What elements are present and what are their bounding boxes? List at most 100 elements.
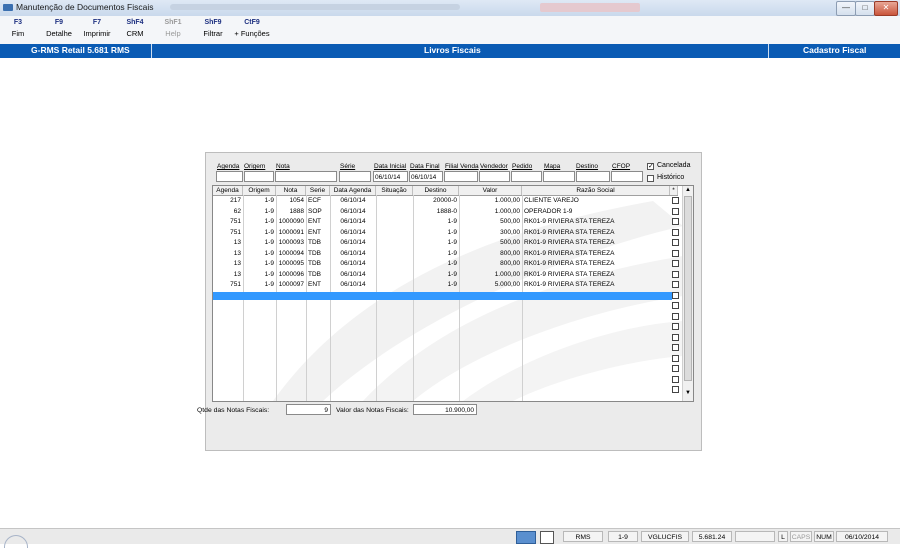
filial-venda-input[interactable] bbox=[444, 171, 478, 182]
row-checkbox[interactable] bbox=[672, 312, 679, 320]
col-agenda[interactable]: Agenda bbox=[213, 186, 243, 195]
row-checkbox[interactable] bbox=[672, 291, 679, 299]
imprimir-button[interactable]: F7 Imprimir bbox=[80, 18, 114, 39]
cell-agenda: 13 bbox=[233, 249, 241, 257]
cell-serie: TDB bbox=[308, 239, 321, 246]
table-row[interactable]: 13 1-9 1000096 TDB 06/10/14 1-9 1.000,00 RK01-9… bbox=[213, 270, 678, 281]
row-checkbox[interactable] bbox=[672, 375, 679, 383]
help-button[interactable]: ShF1 Help bbox=[160, 18, 186, 39]
cell-destino: 20000-0 bbox=[433, 197, 457, 204]
col-flag[interactable]: * bbox=[670, 186, 678, 195]
row-checkbox[interactable] bbox=[672, 354, 679, 362]
serie-input[interactable] bbox=[339, 171, 371, 182]
table-row[interactable]: 751 1-9 1000091 ENT 06/10/14 1-9 300,00 RK01-9 … bbox=[213, 228, 678, 239]
status-num: NUM bbox=[814, 531, 834, 542]
cell-data-agenda: 06/10/14 bbox=[340, 239, 366, 246]
valor-notas-label: Valor das Notas Fiscais: bbox=[336, 407, 409, 414]
detalhe-key: F9 bbox=[54, 19, 64, 26]
pedido-input[interactable] bbox=[511, 171, 542, 182]
col-valor[interactable]: Valor bbox=[459, 186, 522, 195]
grid-vertical-scrollbar[interactable]: ▲ ▼ bbox=[682, 186, 693, 401]
cell-situacao bbox=[376, 238, 413, 249]
row-checkbox[interactable] bbox=[672, 365, 679, 372]
table-row[interactable]: 217 1-9 1054 ECF 06/10/14 20000-0 1.000,00 CLIE… bbox=[213, 196, 678, 207]
documents-grid[interactable]: Agenda Origem Nota Serie Data Agenda Sit… bbox=[212, 185, 694, 402]
row-checkbox[interactable] bbox=[672, 344, 679, 351]
agenda-input[interactable] bbox=[216, 171, 243, 182]
row-checkbox[interactable] bbox=[672, 228, 679, 236]
table-row[interactable]: 13 1-9 1000094 TDB 06/10/14 1-9 800,00 RK01-9 R… bbox=[213, 249, 678, 260]
label-filial-venda: Filial Venda bbox=[445, 163, 479, 170]
status-version: 5.681.24 bbox=[692, 531, 732, 542]
vendedor-input[interactable] bbox=[479, 171, 510, 182]
row-checkbox[interactable] bbox=[672, 249, 679, 257]
row-checkbox[interactable] bbox=[672, 270, 679, 278]
col-razao-social[interactable]: Razão Social bbox=[522, 186, 670, 195]
nota-input[interactable] bbox=[275, 171, 337, 182]
row-checkbox[interactable] bbox=[672, 333, 679, 341]
detalhe-label: Detalhe bbox=[46, 29, 72, 38]
col-data-agenda[interactable]: Data Agenda bbox=[330, 186, 376, 195]
cell-nota: 1000095 bbox=[278, 260, 304, 267]
cell-valor: 500,00 bbox=[500, 218, 520, 225]
scroll-down-icon[interactable]: ▼ bbox=[685, 390, 691, 396]
selected-row[interactable] bbox=[213, 291, 672, 300]
cell-origem: 1-9 bbox=[264, 218, 274, 225]
close-button[interactable]: ✕ bbox=[874, 1, 898, 16]
col-origem[interactable]: Origem bbox=[243, 186, 276, 195]
table-row[interactable]: 62 1-9 1888 SOP 06/10/14 1888-0 1.000,00 OPERAD… bbox=[213, 207, 678, 218]
status-program: VGLUCFIS bbox=[641, 531, 689, 542]
scroll-up-icon[interactable]: ▲ bbox=[685, 187, 691, 193]
table-row[interactable]: 13 1-9 1000093 TDB 06/10/14 1-9 500,00 RK01-9 R… bbox=[213, 238, 678, 249]
imprimir-label: Imprimir bbox=[83, 29, 111, 38]
row-checkbox[interactable] bbox=[672, 302, 679, 309]
destino-input[interactable] bbox=[576, 171, 610, 182]
table-row[interactable]: 751 1-9 1000090 ENT 06/10/14 1-9 500,00 RK01-9 … bbox=[213, 217, 678, 228]
cell-data-agenda: 06/10/14 bbox=[340, 218, 366, 225]
cell-razao-social: RK01-9 RIVIERA STA TEREZA bbox=[524, 281, 615, 288]
cell-serie: ENT bbox=[308, 228, 321, 236]
maximize-button[interactable]: □ bbox=[855, 1, 875, 16]
data-inicial-input[interactable]: 06/10/14 bbox=[373, 171, 408, 182]
crm-button[interactable]: ShF4 CRM bbox=[122, 18, 148, 39]
historico-checkbox[interactable] bbox=[647, 175, 654, 182]
data-final-input[interactable]: 06/10/14 bbox=[409, 171, 443, 182]
table-row[interactable]: 751 1-9 1000097 ENT 06/10/14 1-9 5.000,00 RK01-… bbox=[213, 280, 678, 291]
col-situacao[interactable]: Situação bbox=[376, 186, 413, 195]
col-destino[interactable]: Destino bbox=[413, 186, 459, 195]
filtrar-button[interactable]: ShF9 Filtrar bbox=[198, 18, 228, 39]
origem-input[interactable] bbox=[244, 171, 274, 182]
cfop-input[interactable] bbox=[611, 171, 643, 182]
cell-situacao bbox=[376, 196, 413, 207]
label-agenda: Agenda bbox=[217, 163, 240, 170]
row-checkbox[interactable] bbox=[672, 197, 679, 204]
detalhe-button[interactable]: F9 Detalhe bbox=[44, 18, 74, 39]
row-checkbox[interactable] bbox=[672, 239, 679, 246]
col-nota[interactable]: Nota bbox=[276, 186, 306, 195]
cell-razao-social: RK01-9 RIVIERA STA TEREZA bbox=[524, 239, 615, 246]
cell-situacao bbox=[376, 228, 413, 239]
network-icon[interactable] bbox=[516, 531, 536, 544]
table-row[interactable]: 13 1-9 1000095 TDB 06/10/14 1-9 800,00 RK01-9 R… bbox=[213, 259, 678, 270]
grid-header: Agenda Origem Nota Serie Data Agenda Sit… bbox=[213, 186, 678, 196]
scroll-thumb[interactable] bbox=[684, 196, 692, 381]
cell-razao-social: RK01-9 RIVIERA STA TEREZA bbox=[524, 228, 615, 236]
cell-agenda: 217 bbox=[230, 197, 241, 204]
cancelada-checkbox[interactable]: ✓ bbox=[647, 163, 654, 170]
row-checkbox[interactable] bbox=[672, 323, 679, 330]
start-orb-icon[interactable] bbox=[4, 535, 28, 548]
cell-razao-social: RK01-9 RIVIERA STA TEREZA bbox=[524, 270, 615, 278]
minimize-button[interactable]: — bbox=[836, 1, 856, 16]
clipboard-icon[interactable] bbox=[540, 531, 554, 544]
row-checkbox[interactable] bbox=[672, 207, 679, 215]
cell-agenda: 751 bbox=[230, 228, 241, 236]
col-serie[interactable]: Serie bbox=[306, 186, 330, 195]
header-separator bbox=[151, 44, 152, 58]
fim-button[interactable]: F3 Fim bbox=[6, 18, 30, 39]
row-checkbox[interactable] bbox=[672, 281, 679, 288]
row-checkbox[interactable] bbox=[672, 218, 679, 225]
mapa-input[interactable] bbox=[543, 171, 575, 182]
row-checkbox[interactable] bbox=[672, 260, 679, 267]
row-checkbox[interactable] bbox=[672, 386, 679, 393]
mais-funcoes-button[interactable]: CtF9 + Funções bbox=[234, 18, 270, 39]
